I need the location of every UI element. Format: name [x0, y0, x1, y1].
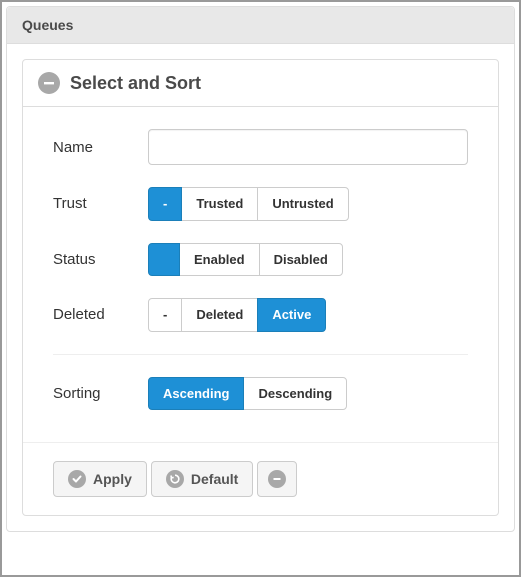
refresh-icon: [166, 470, 184, 488]
default-label: Default: [191, 471, 238, 487]
row-trust: Trust - Trusted Untrusted: [53, 187, 468, 221]
sort-ascending-button[interactable]: Ascending: [148, 377, 244, 411]
queues-panel: Queues Select and Sort Name Trust: [6, 6, 515, 532]
deleted-active-button[interactable]: Active: [257, 298, 326, 332]
status-group: Enabled Disabled: [148, 243, 343, 277]
status-any-button[interactable]: [148, 243, 180, 277]
deleted-deleted-button[interactable]: Deleted: [181, 298, 258, 332]
label-name: Name: [53, 139, 148, 156]
panel-title: Queues: [7, 7, 514, 44]
apply-button[interactable]: Apply: [53, 461, 147, 497]
deleted-group: - Deleted Active: [148, 298, 326, 332]
panel-body: Select and Sort Name Trust - Trusted Unt…: [7, 44, 514, 531]
row-name: Name: [53, 129, 468, 165]
label-trust: Trust: [53, 195, 148, 212]
reset-button[interactable]: [257, 461, 297, 497]
action-footer: Apply Default: [23, 442, 498, 515]
name-input[interactable]: [148, 129, 468, 165]
filter-form: Name Trust - Trusted Untrusted Status: [23, 107, 498, 442]
label-sorting: Sorting: [53, 385, 148, 402]
trust-group: - Trusted Untrusted: [148, 187, 349, 221]
trust-untrusted-button[interactable]: Untrusted: [257, 187, 348, 221]
sorting-group: Ascending Descending: [148, 377, 347, 411]
trust-trusted-button[interactable]: Trusted: [181, 187, 258, 221]
deleted-any-button[interactable]: -: [148, 298, 182, 332]
row-status: Status Enabled Disabled: [53, 243, 468, 277]
status-enabled-button[interactable]: Enabled: [179, 243, 260, 277]
status-disabled-button[interactable]: Disabled: [259, 243, 343, 277]
apply-label: Apply: [93, 471, 132, 487]
window-frame: Queues Select and Sort Name Trust: [0, 0, 521, 577]
collapse-icon[interactable]: [38, 72, 60, 94]
row-deleted: Deleted - Deleted Active: [53, 298, 468, 332]
row-sorting: Sorting Ascending Descending: [53, 377, 468, 411]
default-button[interactable]: Default: [151, 461, 253, 497]
sort-descending-button[interactable]: Descending: [243, 377, 347, 411]
label-deleted: Deleted: [53, 306, 148, 323]
minus-icon: [268, 470, 286, 488]
section-header[interactable]: Select and Sort: [23, 60, 498, 107]
trust-any-button[interactable]: -: [148, 187, 182, 221]
select-and-sort-panel: Select and Sort Name Trust - Trusted Unt…: [22, 59, 499, 516]
divider: [53, 354, 468, 355]
check-icon: [68, 470, 86, 488]
label-status: Status: [53, 251, 148, 268]
section-title: Select and Sort: [70, 73, 201, 94]
